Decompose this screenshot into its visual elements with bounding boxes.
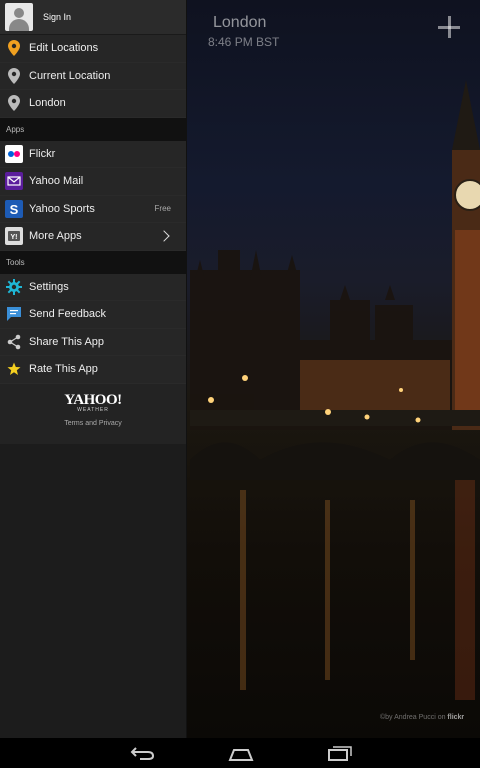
share-app-item[interactable]: Share This App xyxy=(0,328,186,356)
flickr-icon xyxy=(5,144,23,163)
avatar xyxy=(5,3,33,31)
more-apps-item[interactable]: Y! More Apps xyxy=(0,223,186,251)
sign-in-row[interactable]: Sign In xyxy=(0,0,186,35)
pin-orange-icon xyxy=(5,39,23,57)
back-arrow-icon xyxy=(130,747,155,760)
settings-item[interactable]: Settings xyxy=(0,273,186,301)
recent-apps-icon xyxy=(328,746,352,761)
send-feedback-label: Send Feedback xyxy=(29,308,107,321)
svg-text:S: S xyxy=(10,202,19,217)
free-badge: Free xyxy=(154,204,171,214)
edit-locations-item[interactable]: Edit Locations xyxy=(0,35,186,63)
terms-and-privacy-link[interactable]: Terms and Privacy xyxy=(0,420,186,427)
yahoo-mail-app-item[interactable]: Yahoo Mail xyxy=(0,168,186,196)
local-time: 8:46 PM BST xyxy=(208,35,280,49)
current-location-item[interactable]: Current Location xyxy=(0,62,186,90)
home-icon xyxy=(228,749,254,761)
yahoo-weather-subtitle: WEATHER xyxy=(77,406,109,413)
chat-bubble-icon xyxy=(5,305,23,323)
star-icon xyxy=(5,360,23,378)
city-title: London xyxy=(213,14,267,31)
yahoo-sports-app-item[interactable]: S Yahoo Sports Free xyxy=(0,195,186,223)
recent-apps-button[interactable] xyxy=(324,743,354,763)
flickr-label: Flickr xyxy=(29,147,56,160)
svg-text:Y!: Y! xyxy=(11,234,18,241)
settings-label: Settings xyxy=(29,280,69,293)
yahoo-mail-label: Yahoo Mail xyxy=(29,175,84,188)
flickr-credit: flickr xyxy=(447,714,465,721)
home-button[interactable] xyxy=(226,743,256,763)
london-location-label: London xyxy=(29,97,66,110)
photo-credit-text: ©by Andrea Pucci on xyxy=(380,714,448,721)
sign-in-label: Sign In xyxy=(43,12,72,22)
share-app-label: Share This App xyxy=(29,335,105,348)
android-nav-bar xyxy=(0,738,480,768)
yahoo-sports-label: Yahoo Sports xyxy=(29,202,95,215)
more-apps-label: More Apps xyxy=(29,230,82,243)
chevron-right-icon xyxy=(158,230,170,242)
yahoo-mail-icon xyxy=(5,172,23,191)
photo-credit: ©by Andrea Pucci on flickr xyxy=(380,714,464,721)
share-icon xyxy=(5,333,23,351)
current-location-label: Current Location xyxy=(29,69,111,82)
rate-app-label: Rate This App xyxy=(29,363,98,376)
rate-app-item[interactable]: Rate This App xyxy=(0,356,186,384)
yahoo-apps-icon: Y! xyxy=(5,227,23,246)
location-pin-icon xyxy=(5,67,23,85)
drawer-footer: YAHOO! WEATHER Terms and Privacy xyxy=(0,383,186,444)
send-feedback-item[interactable]: Send Feedback xyxy=(0,301,186,329)
navigation-drawer: Sign In Edit Locations Current Location … xyxy=(0,0,187,738)
location-pin-icon xyxy=(5,94,23,112)
back-button[interactable] xyxy=(128,743,158,763)
gear-icon xyxy=(5,278,23,296)
london-location-item[interactable]: London xyxy=(0,90,186,118)
flickr-app-item[interactable]: Flickr xyxy=(0,140,186,168)
yahoo-sports-icon: S xyxy=(5,199,23,218)
add-location-button[interactable] xyxy=(432,10,466,44)
edit-locations-label: Edit Locations xyxy=(29,42,99,55)
apps-section-header: Apps xyxy=(0,117,186,141)
tools-section-header: Tools xyxy=(0,250,186,274)
